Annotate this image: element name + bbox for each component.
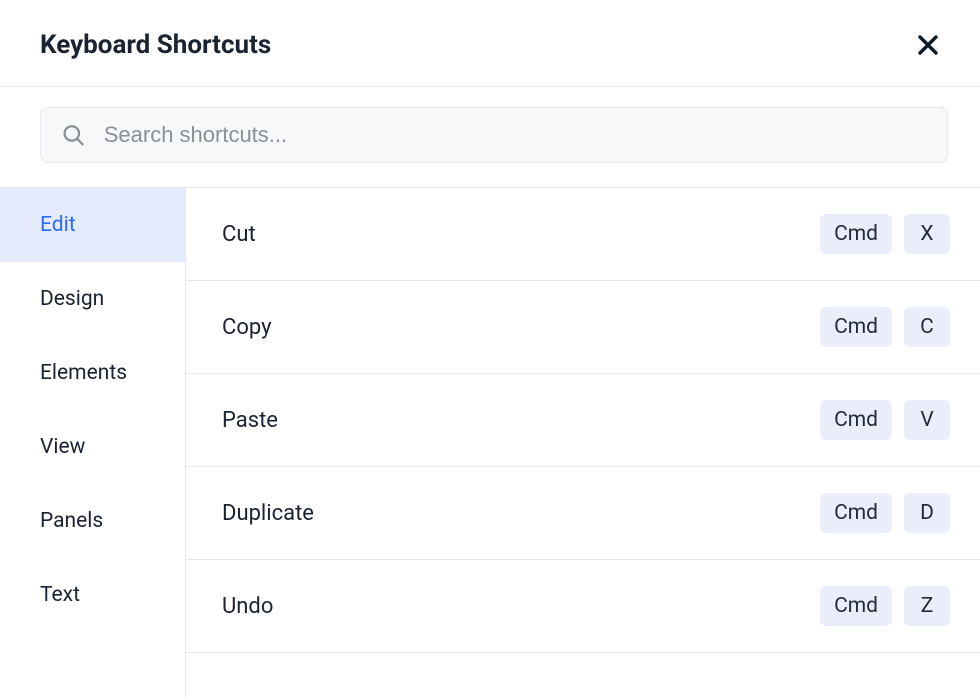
key-badge: V bbox=[904, 400, 950, 440]
key-badge: Cmd bbox=[820, 400, 892, 440]
sidebar-item-label: Elements bbox=[40, 361, 127, 385]
sidebar-item-view[interactable]: View bbox=[0, 410, 185, 484]
search-input[interactable] bbox=[104, 122, 927, 148]
shortcut-row: Paste Cmd V bbox=[186, 374, 980, 467]
sidebar-item-edit[interactable]: Edit bbox=[0, 188, 185, 262]
key-badge: Cmd bbox=[820, 586, 892, 626]
search-box[interactable] bbox=[40, 107, 948, 163]
shortcut-keys: Cmd V bbox=[820, 400, 950, 440]
sidebar-item-label: View bbox=[40, 435, 85, 459]
dialog-header: Keyboard Shortcuts bbox=[0, 0, 980, 86]
shortcut-row: Duplicate Cmd D bbox=[186, 467, 980, 560]
shortcut-label: Cut bbox=[222, 222, 256, 247]
sidebar-item-design[interactable]: Design bbox=[0, 262, 185, 336]
key-badge: D bbox=[904, 493, 950, 533]
shortcut-keys: Cmd D bbox=[820, 493, 950, 533]
key-badge: X bbox=[904, 214, 950, 254]
sidebar-item-elements[interactable]: Elements bbox=[0, 336, 185, 410]
key-badge: C bbox=[904, 307, 950, 347]
close-icon bbox=[916, 33, 940, 57]
sidebar-item-label: Panels bbox=[40, 509, 103, 533]
shortcut-keys: Cmd C bbox=[820, 307, 950, 347]
shortcut-label: Undo bbox=[222, 594, 273, 619]
key-badge: Cmd bbox=[820, 493, 892, 533]
shortcut-label: Paste bbox=[222, 408, 278, 433]
dialog-title: Keyboard Shortcuts bbox=[40, 30, 271, 60]
key-badge: Cmd bbox=[820, 307, 892, 347]
category-sidebar: Edit Design Elements View Panels Text bbox=[0, 188, 186, 698]
shortcut-row: Undo Cmd Z bbox=[186, 560, 980, 653]
sidebar-item-label: Design bbox=[40, 287, 104, 311]
key-badge: Cmd bbox=[820, 214, 892, 254]
sidebar-item-label: Text bbox=[40, 583, 80, 607]
key-badge: Z bbox=[904, 586, 950, 626]
shortcut-keys: Cmd Z bbox=[820, 586, 950, 626]
shortcut-row: Copy Cmd C bbox=[186, 281, 980, 374]
shortcut-label: Duplicate bbox=[222, 501, 314, 526]
search-icon bbox=[61, 122, 86, 148]
sidebar-item-label: Edit bbox=[40, 213, 76, 237]
dialog-body: Edit Design Elements View Panels Text Cu… bbox=[0, 188, 980, 698]
shortcuts-list: Cut Cmd X Copy Cmd C Paste Cmd V Duplica… bbox=[186, 188, 980, 698]
shortcut-label: Copy bbox=[222, 315, 272, 340]
sidebar-item-text[interactable]: Text bbox=[0, 558, 185, 632]
shortcut-row: Cut Cmd X bbox=[186, 188, 980, 281]
close-button[interactable] bbox=[916, 33, 940, 57]
search-container bbox=[0, 87, 980, 187]
sidebar-item-panels[interactable]: Panels bbox=[0, 484, 185, 558]
shortcut-keys: Cmd X bbox=[820, 214, 950, 254]
